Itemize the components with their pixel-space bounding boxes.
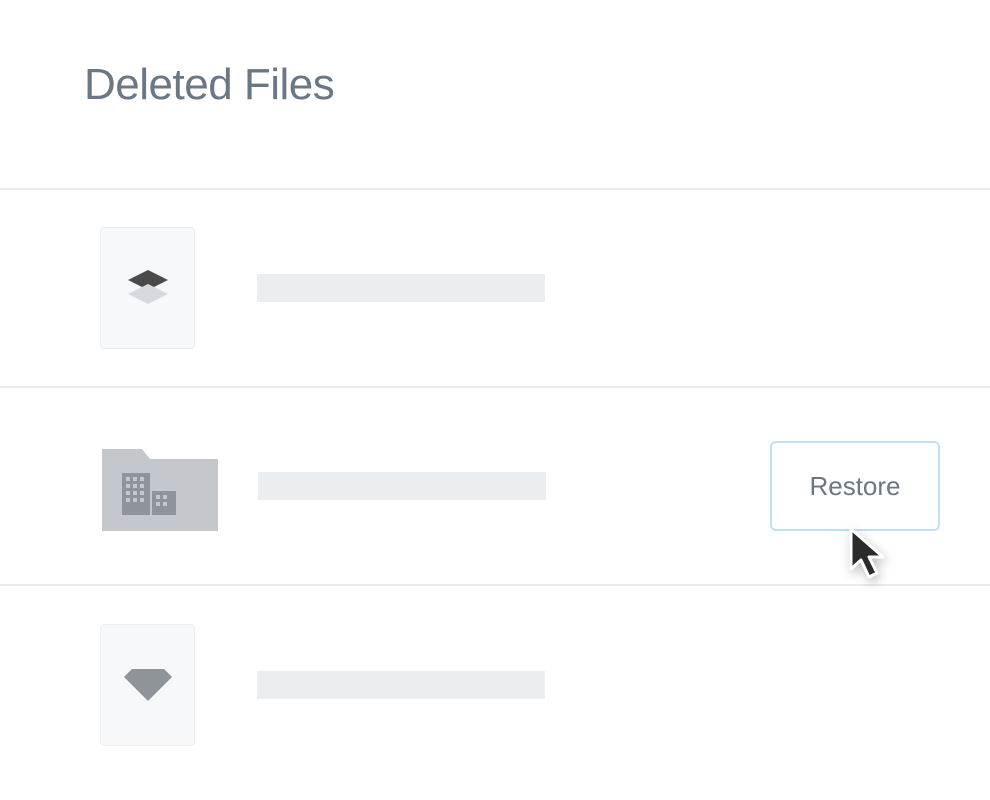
page-title: Deleted Files — [0, 60, 990, 110]
folder-thumbnail — [100, 437, 220, 535]
filename-placeholder — [258, 472, 546, 500]
filename-placeholder — [257, 671, 545, 699]
deleted-files-list: Restore — [0, 188, 990, 784]
filename-placeholder — [257, 274, 545, 302]
folder-building-icon — [100, 435, 220, 538]
list-item[interactable]: Restore — [0, 388, 990, 586]
list-item[interactable] — [0, 586, 990, 784]
diamond-icon — [124, 663, 172, 708]
list-item[interactable] — [0, 190, 990, 388]
file-thumbnail — [100, 624, 195, 746]
layers-icon — [124, 262, 172, 315]
restore-button[interactable]: Restore — [770, 441, 940, 531]
file-thumbnail — [100, 227, 195, 349]
